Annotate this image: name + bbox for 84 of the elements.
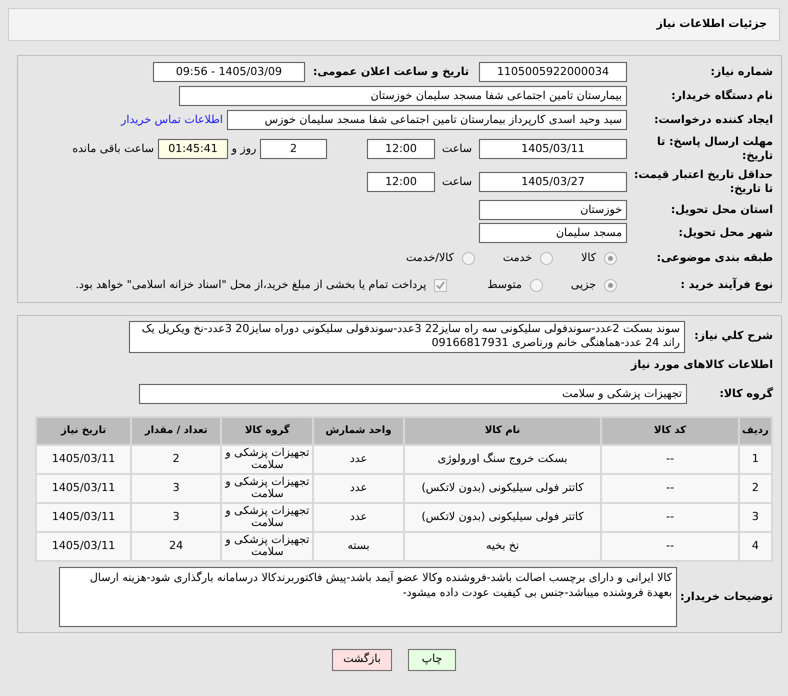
radio-button[interactable] [540,252,554,264]
radio-label: جزیی [570,276,596,293]
field-label: نوع فرآیند خرید : [680,278,773,292]
table-cell: کاتتر فولی سیلیکونی (بدون لاتکس) [404,474,600,502]
column-header: ردیف [740,418,771,444]
radio-button[interactable] [604,278,617,292]
time-label: ساعت [441,140,473,157]
field-label: ایجاد کننده درخواست: [653,113,773,127]
field-label: نام دستگاه خریدار: [670,89,773,103]
radio-label: کالا [581,250,596,266]
table-cell: 1 [740,446,771,472]
text-field[interactable]: 12:00 [367,172,435,192]
table-cell: -- [602,504,738,530]
radio-button[interactable] [462,252,475,264]
table-cell: 1405/03/11 [37,474,130,502]
table-cell: -- [602,446,738,472]
table-cell: 24 [132,532,220,560]
buyer-notes-textarea[interactable]: کالا ایرانی و دارای برچسب اصالت باشد-فروشنده وکالا عضو آیمد باشد-پیش فاکتوربرندکالا درسامانه بارگذاری شود-هزینه ارسال بعهدة فروشنده میباشد-جنس بی کیفیت عودت داده میشود- [59,566,677,626]
table-cell: 3 [132,504,220,530]
text-field[interactable]: 1105005922000034 [479,62,627,82]
table-cell: -- [602,532,738,560]
text-field[interactable]: 1405/03/11 [479,139,627,159]
table-cell: 2 [132,446,220,472]
field-label: شهر محل تحویل: [678,226,773,240]
field-label: تاریخ و ساعت اعلان عمومی: [312,64,469,80]
table-cell: نخ بخیه [404,532,600,560]
table-cell: بسکت خروج سنگ اورولوژی [404,446,600,472]
page-title: جزئیات اطلاعات نیاز [656,16,767,32]
field-label: طبقه بندی موضوعی: [656,251,773,265]
table-cell: بسته [314,532,403,560]
time-label: ساعت [441,174,473,190]
field-label: شرح كلي نياز: [693,329,773,343]
section-heading: اطلاعات کالاهای مورد نیاز [630,357,773,373]
text-field[interactable]: 2 [260,139,327,159]
table-cell: 1405/03/11 [37,532,130,560]
field-label: حداقل تاریخ اعتبار قیمت: تا تاریخ: [632,168,773,196]
table-cell: 3 [740,504,771,530]
text-field[interactable]: 1405/03/27 [479,172,627,192]
table-cell: عدد [314,474,403,502]
table-cell: تجهیزات پزشکی و سلامت [222,504,312,530]
column-header: گروه کالا [222,418,312,444]
table-cell: 3 [132,474,220,502]
contact-link[interactable]: اطلاعات تماس خریدار [121,112,223,128]
field-label: شماره نیاز: [710,65,773,79]
days-label: روز و [230,140,258,157]
column-header: نام کالا [404,418,600,444]
table-cell: 1405/03/11 [37,504,130,530]
field-label: گروه کالا: [718,386,773,400]
table-cell: کاتتر فولی سیلیکونی (بدون لاتکس) [404,504,600,530]
field-label: استان محل تحویل: [670,203,773,217]
table-cell: عدد [314,504,403,530]
table-cell: عدد [314,446,403,472]
radio-label: کالا/خدمت [406,250,454,266]
print-button[interactable]: چاپ [408,648,456,670]
text-field[interactable]: 12:00 [367,139,435,159]
radio-button[interactable] [604,252,617,264]
payment-note: پرداخت تمام یا بخشی از مبلغ خرید،از محل "اسناد خزانه اسلامی" خواهد بود. [76,276,426,293]
countdown-field[interactable]: 01:45:41 [158,139,228,159]
text-field[interactable]: خوزستان [479,200,627,220]
column-header: تعداد / مقدار [132,418,220,444]
table-cell: 2 [740,474,771,502]
text-field[interactable]: بیمارستان تامین اجتماعی شفا مسجد سلیمان خوزستان [179,86,627,106]
column-header: تاریخ نیاز [37,418,130,444]
text-field[interactable]: سید وحید اسدی کارپرداز بیمارستان تامین اجتماعی شفا مسجد سلیمان خوزس [227,110,627,130]
column-header: کد کالا [602,418,738,444]
field-label: مهلت ارسال پاسخ: تا تاریخ: [656,135,773,163]
table-cell: -- [602,474,738,502]
radio-label: خدمت [502,250,532,266]
text-field[interactable]: 1405/03/09 - 09:56 [152,62,305,82]
back-button[interactable]: بازگشت [332,648,392,670]
table-cell: 4 [740,532,771,560]
field-label: توضیحات خریدار: [679,590,773,604]
checkbox[interactable] [434,278,448,292]
text-field[interactable]: مسجد سلیمان [479,223,627,243]
remaining-label: ساعت باقی مانده [72,140,154,157]
table-cell: تجهیزات پزشکی و سلامت [222,532,312,560]
table-cell: تجهیزات پزشکی و سلامت [222,474,312,502]
table-cell: 1405/03/11 [37,446,130,472]
radio-label: متوسط [487,276,522,293]
text-field[interactable]: تجهیزات پزشکی و سلامت [139,384,687,404]
column-header: واحد شمارش [314,418,403,444]
radio-button[interactable] [530,278,543,292]
table-cell: تجهیزات پزشکی و سلامت [222,446,312,472]
description-textarea[interactable]: سوند بسکت 2عدد-سوندفولی سلیکونی سه راه سایز22 3عدد-سوندفولی سلیکونی دوراه سایز20 3عدد-نخ ویکریل یک راند 24 عدد-هماهنگی خانم ورناصری 09166817931 [129,321,685,353]
